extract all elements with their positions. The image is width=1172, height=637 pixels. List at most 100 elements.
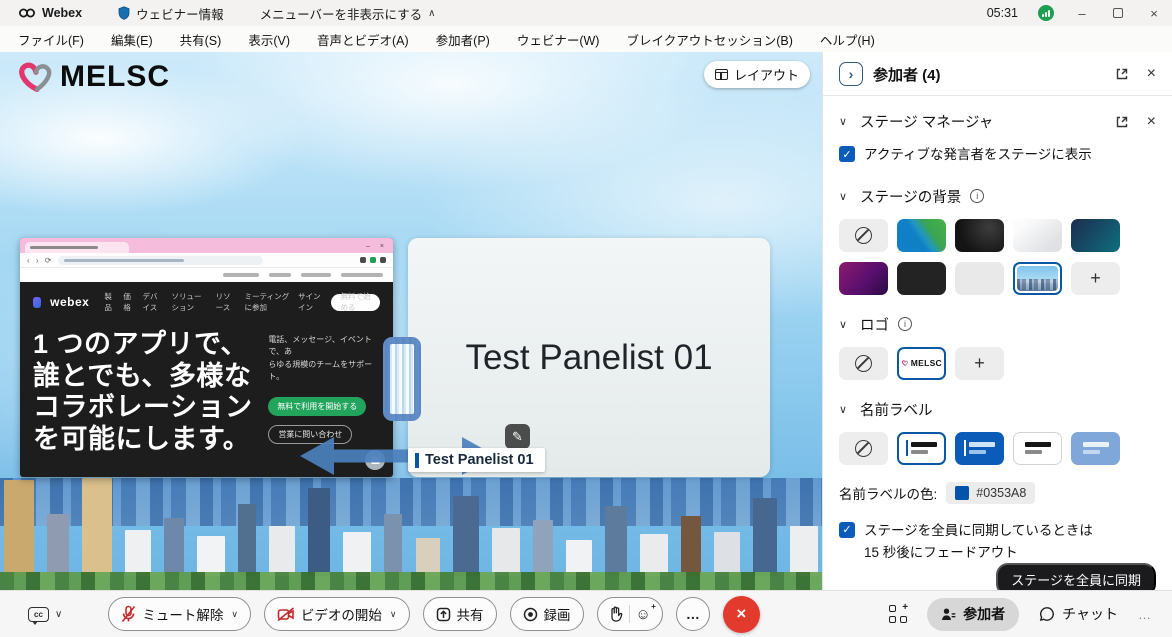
name-label-color-row: 名前ラベルの色: #0353A8 (839, 482, 1156, 504)
sync-fade-checkbox[interactable]: ✓ (839, 522, 855, 538)
participants-toggle-button[interactable]: 参加者 (927, 598, 1019, 631)
background-option-light-gray[interactable] (955, 262, 1004, 295)
site-primary-button: 無料で利用を開始する (268, 397, 366, 416)
popout-icon[interactable] (1115, 115, 1129, 129)
participants-label: 参加者 (963, 604, 1005, 624)
menu-webinar[interactable]: ウェビナー(W) (517, 30, 600, 49)
edit-name-label-button[interactable]: ✎ (505, 424, 530, 449)
reactions-button[interactable]: ☺+ (597, 597, 663, 631)
name-label-section-header: ∨ 名前ラベル (839, 399, 1156, 420)
add-logo-button[interactable]: + (955, 347, 1004, 380)
chat-icon (1039, 606, 1055, 622)
add-icon: + (1090, 268, 1101, 289)
start-video-button[interactable]: ビデオの開始 ∨ (264, 597, 410, 631)
chevron-up-icon: ∧ (428, 8, 435, 19)
logo-title: ロゴ (860, 314, 889, 335)
color-picker-chip[interactable]: #0353A8 (946, 482, 1035, 504)
titlebar: Webex ウェビナー情報 メニューバーを非表示にする ∧ 05:31 – × (0, 0, 1172, 26)
panel-title: 参加者 (4) (873, 64, 941, 85)
menu-audio-video[interactable]: 音声とビデオ(A) (317, 30, 409, 49)
stage-drag-handle[interactable] (383, 337, 421, 421)
background-option-city-selected[interactable] (1013, 262, 1062, 295)
background-option-teal[interactable] (1071, 219, 1120, 252)
divider (629, 605, 630, 623)
no-name-label-icon (855, 440, 872, 457)
chevron-down-icon[interactable]: ∨ (839, 115, 851, 128)
close-window-button[interactable]: × (1146, 6, 1162, 21)
layout-button[interactable]: レイアウト (704, 61, 810, 88)
menu-file[interactable]: ファイル(F) (18, 30, 84, 49)
info-icon[interactable]: i (898, 317, 912, 331)
background-option-charcoal[interactable] (897, 262, 946, 295)
hide-menubar-button[interactable]: メニューバーを非表示にする ∧ (260, 4, 436, 23)
active-speaker-option: ✓ アクティブな発言者をステージに表示 (839, 145, 1156, 165)
popout-icon[interactable] (1115, 67, 1129, 81)
more-panels-button[interactable]: … (1138, 607, 1152, 622)
site-nav-item: リソース (216, 291, 236, 313)
active-speaker-checkbox[interactable]: ✓ (839, 146, 855, 162)
menu-view[interactable]: 表示(V) (248, 30, 290, 49)
background-option-white[interactable] (1013, 219, 1062, 252)
info-icon[interactable]: i (970, 189, 984, 203)
chevron-down-icon[interactable]: ∨ (839, 318, 851, 331)
record-button[interactable]: 録画 (510, 597, 584, 631)
webinar-info-button[interactable]: ウェビナー情報 (118, 4, 224, 23)
chevron-down-icon[interactable]: ∨ (839, 190, 851, 203)
apps-icon[interactable]: + (889, 605, 907, 623)
maximize-button[interactable] (1110, 6, 1126, 21)
menu-edit[interactable]: 編集(E) (111, 30, 153, 49)
background-option-none[interactable] (839, 219, 888, 252)
site-nav-item: デバイス (142, 291, 162, 313)
name-label-option-blue[interactable] (955, 432, 1004, 465)
close-panel-button[interactable]: × (1147, 66, 1156, 82)
close-icon: × (736, 604, 746, 624)
more-options-button[interactable]: … (676, 597, 710, 631)
hide-menubar-label: メニューバーを非表示にする (260, 4, 423, 23)
name-label-option-left-bar-selected[interactable] (897, 432, 946, 465)
close-stage-manager-button[interactable]: × (1147, 114, 1156, 130)
panel-header: › 参加者 (4) × (839, 52, 1156, 95)
menu-participants[interactable]: 参加者(P) (436, 30, 490, 49)
background-option-purple[interactable] (839, 262, 888, 295)
chevron-down-icon: ∨ (390, 609, 397, 620)
video-off-icon (277, 607, 295, 622)
logo-option-text: MELSC (911, 358, 942, 368)
menu-breakout[interactable]: ブレイクアウトセッション(B) (626, 30, 792, 49)
collapse-panel-button[interactable]: › (839, 62, 863, 86)
chevron-down-icon[interactable]: ∨ (839, 403, 851, 416)
unmute-button[interactable]: ミュート解除 ∨ (108, 597, 251, 631)
tile-display-name: Test Panelist 01 (465, 338, 712, 378)
name-label-option-plain[interactable] (1013, 432, 1062, 465)
share-button[interactable]: 共有 (423, 597, 497, 631)
webinar-info-label: ウェビナー情報 (136, 4, 224, 23)
stage-manager-section-header: ∨ ステージ マネージャ × (839, 111, 1156, 132)
chat-label: チャット (1062, 604, 1118, 624)
shield-icon (118, 6, 130, 20)
background-option-black[interactable] (955, 219, 1004, 252)
browser-window-controls: – × (366, 243, 388, 253)
add-background-button[interactable]: + (1071, 262, 1120, 295)
closed-captions-button[interactable]: cc ∨ (28, 607, 62, 622)
control-toolbar: cc ∨ ミュート解除 ∨ ビデオの開始 (0, 590, 1172, 637)
leave-webinar-button[interactable]: × (723, 596, 760, 633)
webex-site-logo-icon (33, 297, 41, 308)
color-value: #0353A8 (976, 486, 1026, 500)
stage-brand-logo: MELSC (14, 58, 170, 96)
record-label: 録画 (544, 604, 571, 624)
name-label-option-translucent[interactable] (1071, 432, 1120, 465)
active-speaker-label: アクティブな発言者をステージに表示 (864, 145, 1092, 165)
name-label-option-none[interactable] (839, 432, 888, 465)
chat-button[interactable]: チャット (1039, 604, 1118, 624)
browser-tab (25, 242, 129, 253)
browser-address-bar: ‹ › ⟳ (20, 253, 393, 268)
webex-webinar-window: Webex ウェビナー情報 メニューバーを非表示にする ∧ 05:31 – × … (0, 0, 1172, 637)
minimize-button[interactable]: – (1074, 6, 1090, 21)
logo-option-melsc-selected[interactable]: MELSC (897, 347, 946, 380)
menu-help[interactable]: ヘルプ(H) (820, 30, 875, 49)
menu-share[interactable]: 共有(S) (180, 30, 222, 49)
background-option-blue-green[interactable] (897, 219, 946, 252)
name-label-text: Test Panelist 01 (425, 452, 534, 468)
site-headline: 1 つのアプリで、 誰とでも、多様な コラボレーション を可能にします。 (33, 329, 258, 455)
ellipsis-icon: … (686, 606, 700, 622)
logo-option-none[interactable] (839, 347, 888, 380)
